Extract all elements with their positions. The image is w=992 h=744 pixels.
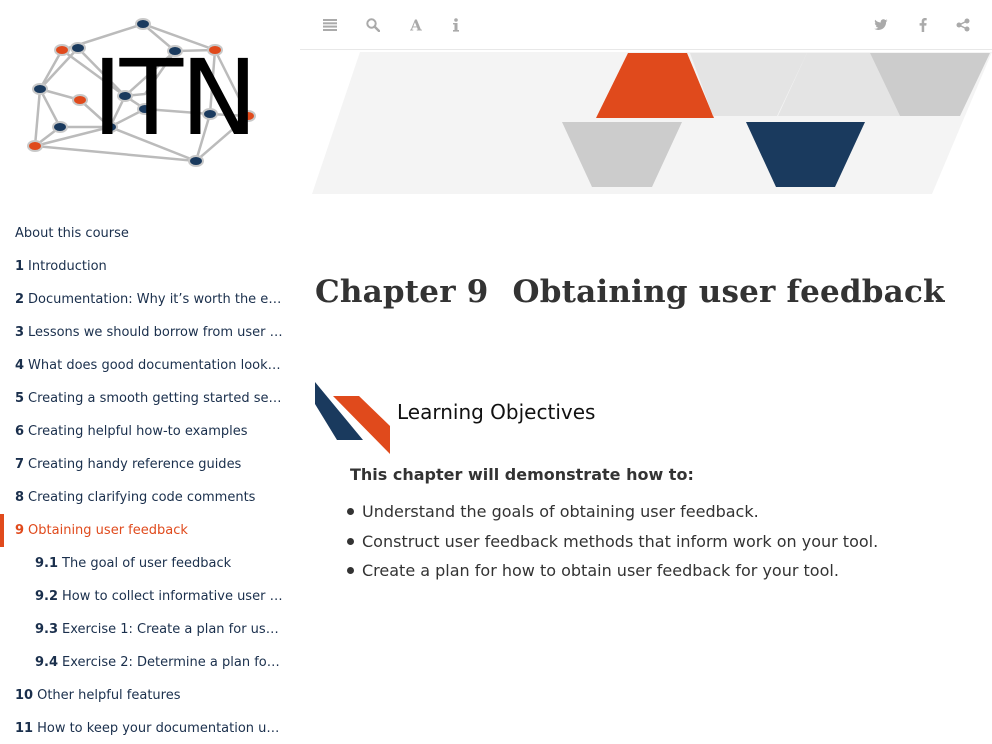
toc-item-text: 1 Introduction xyxy=(15,259,107,274)
logo-text: ITN xyxy=(92,37,255,159)
toc-item-number: 9.1 xyxy=(35,556,59,571)
toc-item[interactable]: 8 Creating clarifying code comments xyxy=(0,481,300,514)
toc-item-label: Obtaining user feedback xyxy=(28,523,188,538)
toc-item-number: 2 xyxy=(15,292,25,307)
toc-item-number: 3 xyxy=(15,325,25,340)
svg-text:A: A xyxy=(409,18,422,32)
toc-item-text: 6 Creating helpful how-to examples xyxy=(15,424,248,439)
bullet-icon xyxy=(347,508,354,516)
toc-item-number: 5 xyxy=(15,391,25,406)
toc-toggle-icon[interactable] xyxy=(318,13,342,37)
toc-item[interactable]: 7 Creating handy reference guides xyxy=(0,448,300,481)
toc-item-number: 9.2 xyxy=(35,589,59,604)
toc-item[interactable]: 5 Creating a smooth getting started sect… xyxy=(0,382,300,415)
chapter-number: Chapter 9 xyxy=(315,274,489,310)
toc-item-number: 8 xyxy=(15,490,25,505)
toc-item-text: 7 Creating handy reference guides xyxy=(15,457,241,472)
toc-item-label: How to keep your documentation up t… xyxy=(37,721,284,736)
toc-item-label: Other helpful features xyxy=(37,688,181,703)
toc-item-text: 9.2 How to collect informative user fe… xyxy=(35,589,284,604)
toc-item-label: Creating clarifying code comments xyxy=(28,490,256,505)
toc-item-text: About this course xyxy=(15,226,129,241)
learning-objectives-list: Understand the goals of obtaining user f… xyxy=(347,497,878,586)
toc-item-label: How to collect informative user fe… xyxy=(62,589,284,604)
toc-item-text: 9.1 The goal of user feedback xyxy=(35,556,231,571)
toc-item-text: 4 What does good documentation look l… xyxy=(15,358,284,373)
toc-item-text: 9.3 Exercise 1: Create a plan for user f… xyxy=(35,622,284,637)
itn-logo[interactable]: ITN xyxy=(20,14,280,174)
top-toolbar: A xyxy=(300,0,992,50)
toc-item-number: 7 xyxy=(15,457,25,472)
toc-item-text: 5 Creating a smooth getting started sect… xyxy=(15,391,284,406)
toc-item-number: 6 xyxy=(15,424,25,439)
toc-item-label: Creating helpful how-to examples xyxy=(28,424,248,439)
objective-text: Understand the goals of obtaining user f… xyxy=(362,502,759,522)
toc-item-label: Exercise 1: Create a plan for user f… xyxy=(62,622,284,637)
bullet-icon xyxy=(347,537,354,545)
toc-item-text: 11 How to keep your documentation up t… xyxy=(15,721,284,736)
toc-item[interactable]: 9.3 Exercise 1: Create a plan for user f… xyxy=(0,613,300,646)
twitter-icon[interactable] xyxy=(869,13,893,37)
info-icon[interactable] xyxy=(444,13,468,37)
chapter-title: Chapter 9 Obtaining user feedback xyxy=(315,274,945,310)
toc-item[interactable]: 10 Other helpful features xyxy=(0,679,300,712)
toc-item-text: 2 Documentation: Why it’s worth the eff… xyxy=(15,292,284,307)
toc-item-text: 9 Obtaining user feedback xyxy=(15,523,188,538)
toc-item[interactable]: About this course xyxy=(0,217,300,250)
objective-item: Understand the goals of obtaining user f… xyxy=(347,497,878,527)
toc-item-label: Documentation: Why it’s worth the eff… xyxy=(28,292,284,307)
learning-objectives-icon xyxy=(315,382,390,454)
toc-item-label: What does good documentation look l… xyxy=(28,358,284,373)
toc-item-number: 9 xyxy=(15,523,25,538)
toc-item-label: Exercise 2: Determine a plan for u… xyxy=(62,655,284,670)
share-icon[interactable] xyxy=(951,13,975,37)
toc-item-number: 11 xyxy=(15,721,34,736)
toc-item-number: 4 xyxy=(15,358,25,373)
toc-item-label: Lessons we should borrow from user d… xyxy=(28,325,284,340)
table-of-contents: About this course 1 Introduction 2 Documenta… xyxy=(0,217,300,744)
font-settings-icon[interactable]: A xyxy=(404,13,428,37)
toc-item[interactable]: 9 Obtaining user feedback xyxy=(0,514,300,547)
toc-item[interactable]: 11 How to keep your documentation up t… xyxy=(0,712,300,744)
learning-objectives-intro: This chapter will demonstrate how to: xyxy=(350,465,694,484)
objective-item: Create a plan for how to obtain user fee… xyxy=(347,556,878,586)
toc-item[interactable]: 9.2 How to collect informative user fe… xyxy=(0,580,300,613)
toc-item-number: 1 xyxy=(15,259,25,274)
toc-item-label: About this course xyxy=(15,226,129,241)
toc-item-label: Introduction xyxy=(28,259,107,274)
toc-item-text: 8 Creating clarifying code comments xyxy=(15,490,255,505)
search-icon[interactable] xyxy=(361,13,385,37)
bullet-icon xyxy=(347,567,354,575)
chapter-banner xyxy=(300,50,992,200)
objective-text: Construct user feedback methods that inf… xyxy=(362,531,879,551)
network-logo-graphic: ITN xyxy=(27,18,258,167)
toc-item-number: 10 xyxy=(15,688,34,703)
toc-item-text: 3 Lessons we should borrow from user d… xyxy=(15,325,284,340)
toc-item[interactable]: 4 What does good documentation look l… xyxy=(0,349,300,382)
banner-graphic xyxy=(312,52,992,194)
toc-item-label: Creating a smooth getting started sect… xyxy=(28,391,284,406)
toc-item-label: Creating handy reference guides xyxy=(28,457,242,472)
toc-item-text: 10 Other helpful features xyxy=(15,688,181,703)
toc-item[interactable]: 2 Documentation: Why it’s worth the eff… xyxy=(0,283,300,316)
toc-item[interactable]: 3 Lessons we should borrow from user d… xyxy=(0,316,300,349)
toc-item[interactable]: 6 Creating helpful how-to examples xyxy=(0,415,300,448)
toc-item-label: The goal of user feedback xyxy=(62,556,232,571)
learning-objectives-heading: Learning Objectives xyxy=(397,400,596,424)
objective-item: Construct user feedback methods that inf… xyxy=(347,527,878,557)
toc-item-number: 9.4 xyxy=(35,655,59,670)
chapter-title-text: Obtaining user feedback xyxy=(512,274,945,310)
toc-item[interactable]: 1 Introduction xyxy=(0,250,300,283)
objective-text: Create a plan for how to obtain user fee… xyxy=(362,561,839,581)
toc-item-number: 9.3 xyxy=(35,622,59,637)
toc-item[interactable]: 9.4 Exercise 2: Determine a plan for u… xyxy=(0,646,300,679)
sidebar: ITN About this course 1 Introduction 2 Docum… xyxy=(0,0,300,744)
facebook-icon[interactable] xyxy=(911,13,935,37)
toc-item-text: 9.4 Exercise 2: Determine a plan for u… xyxy=(35,655,284,670)
toc-item[interactable]: 9.1 The goal of user feedback xyxy=(0,547,300,580)
